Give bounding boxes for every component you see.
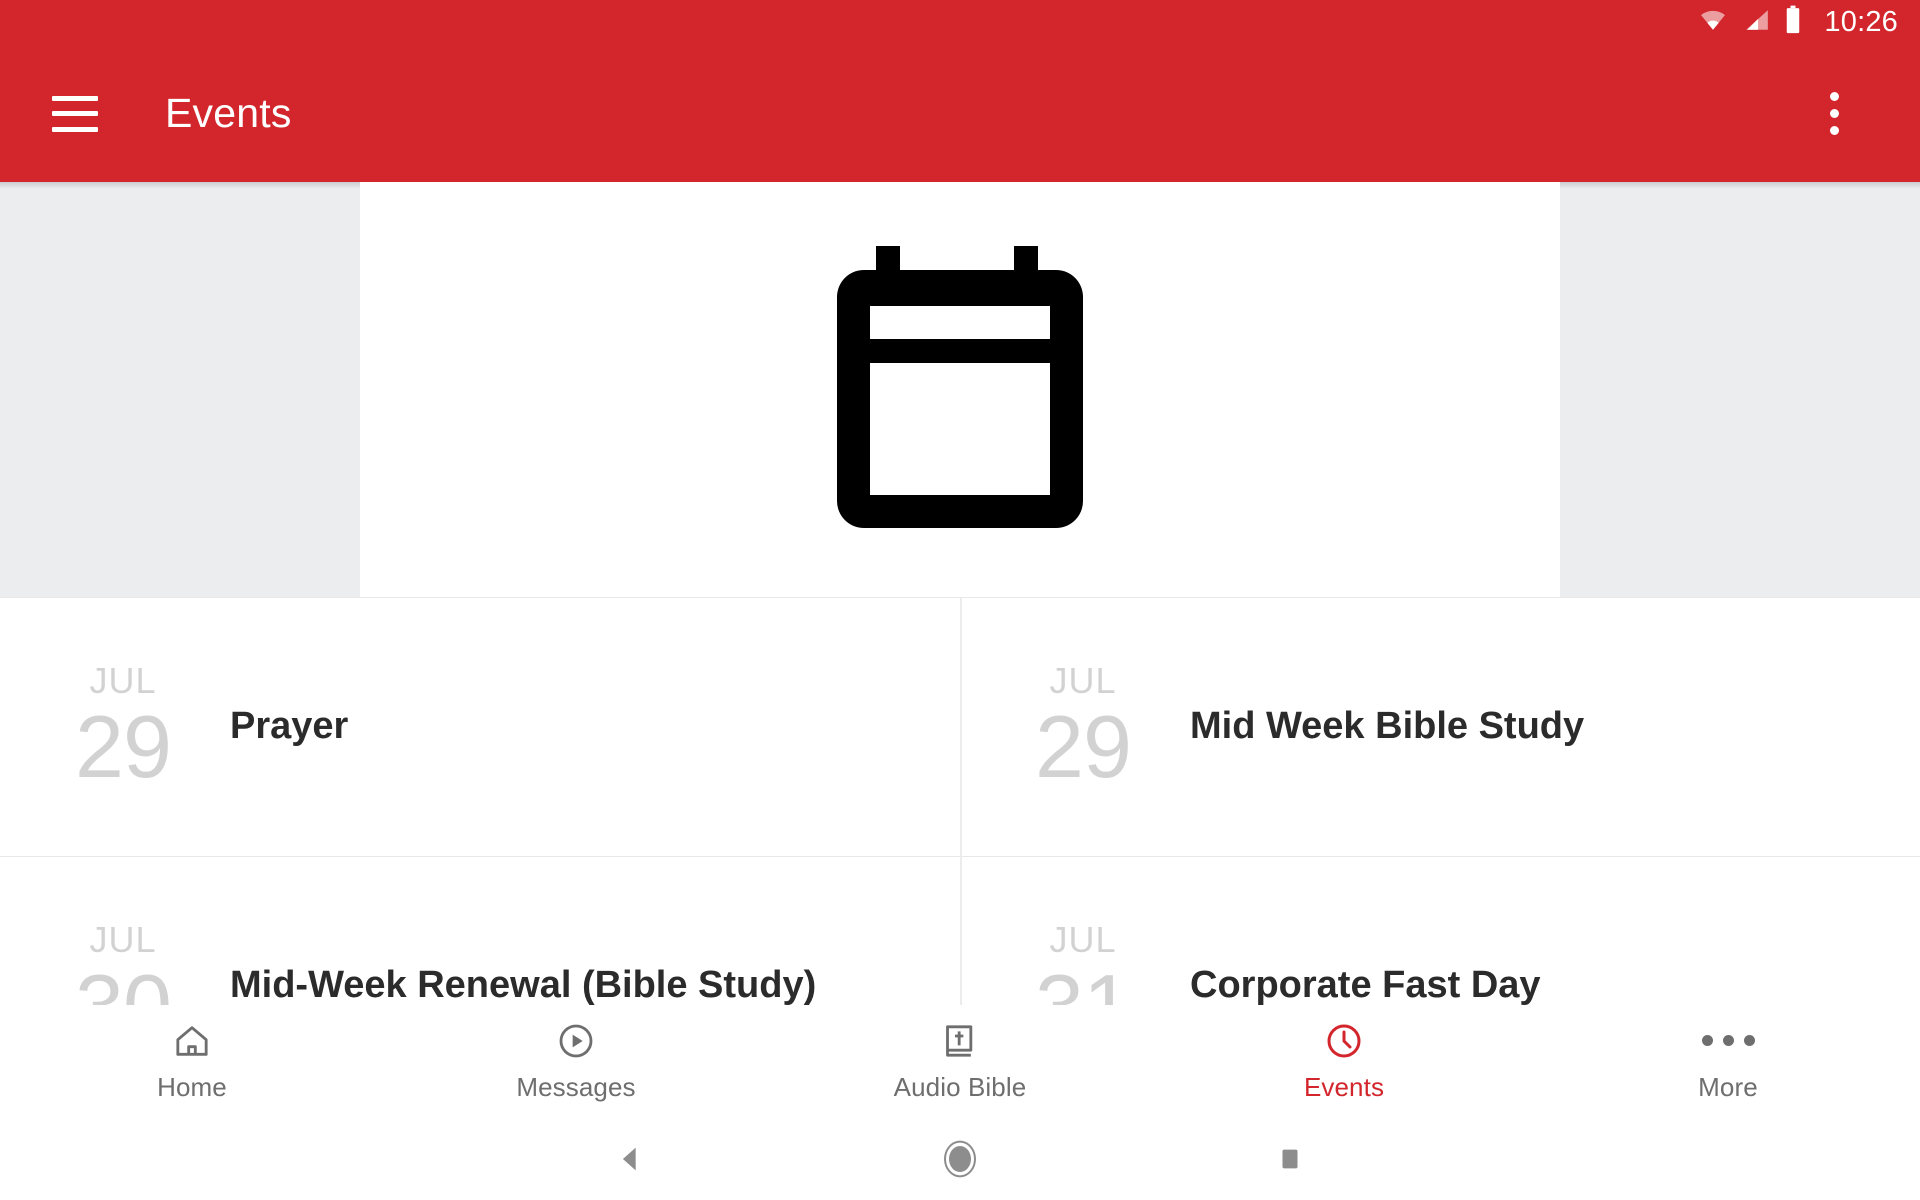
event-date: JUL 31	[1028, 918, 1138, 1005]
nav-label-messages: Messages	[516, 1071, 636, 1102]
event-title: Corporate Fast Day	[1190, 964, 1541, 1005]
back-triangle-icon[interactable]	[465, 1117, 795, 1200]
home-icon	[172, 1020, 212, 1062]
status-icon-group: 10:26	[1696, 5, 1898, 40]
event-title: Mid Week Bible Study	[1190, 705, 1585, 747]
hamburger-menu-icon[interactable]	[52, 95, 98, 132]
overflow-menu-icon[interactable]	[1804, 79, 1864, 149]
nav-label-events: Events	[1303, 1071, 1385, 1102]
nav-label-more: More	[1698, 1071, 1758, 1102]
events-list: JUL 29 Prayer JUL 29 Mid Week Bible Stud…	[0, 597, 1920, 1005]
event-title: Prayer	[230, 705, 349, 747]
nav-tab-home[interactable]: Home	[0, 1005, 384, 1117]
event-date: JUL 29	[68, 659, 178, 796]
bottom-navigation-bar: Home Messages Audio Bible Events More	[0, 1005, 1920, 1117]
event-day: 29	[1035, 696, 1132, 796]
app-bar: Events	[0, 45, 1920, 182]
table-row: JUL 29 Prayer JUL 29 Mid Week Bible Stud…	[0, 597, 1920, 856]
recents-square-icon[interactable]	[1125, 1117, 1455, 1200]
nav-tab-more[interactable]: More	[1536, 1005, 1920, 1117]
more-horizontal-icon	[1701, 1020, 1755, 1062]
event-day: 30	[75, 955, 172, 1005]
nav-label-audio-bible: Audio Bible	[893, 1071, 1027, 1102]
play-circle-icon	[556, 1020, 596, 1062]
app-screen: 10:26 Events JUL 29 Prayer JUL 29 Mid We…	[0, 0, 1920, 1200]
bible-book-icon	[940, 1020, 980, 1062]
status-time: 10:26	[1824, 6, 1898, 38]
page-title: Events	[165, 90, 292, 136]
hero-image-panel	[360, 182, 1560, 597]
event-date: JUL 30	[68, 918, 178, 1005]
nav-tab-events[interactable]: Events	[1152, 1005, 1536, 1117]
wifi-icon	[1696, 7, 1730, 38]
table-row: JUL 30 Mid-Week Renewal (Bible Study) JU…	[0, 856, 1920, 1005]
event-day: 29	[75, 696, 172, 796]
status-bar: 10:26	[0, 0, 1920, 45]
list-item[interactable]: JUL 30 Mid-Week Renewal (Bible Study)	[0, 856, 960, 1005]
android-system-navigation	[0, 1117, 1920, 1200]
event-title: Mid-Week Renewal (Bible Study)	[230, 964, 817, 1005]
list-item[interactable]: JUL 29 Prayer	[0, 597, 960, 856]
event-day: 31	[1035, 955, 1132, 1005]
event-month: JUL	[89, 918, 157, 960]
list-item[interactable]: JUL 29 Mid Week Bible Study	[960, 597, 1920, 856]
nav-tab-messages[interactable]: Messages	[384, 1005, 768, 1117]
event-month: JUL	[89, 659, 157, 701]
nav-label-home: Home	[157, 1071, 227, 1102]
battery-icon	[1784, 5, 1802, 40]
calendar-icon	[828, 237, 1092, 542]
hero-banner	[0, 182, 1920, 597]
event-date: JUL 29	[1028, 659, 1138, 796]
event-month: JUL	[1049, 918, 1117, 960]
clock-icon	[1324, 1020, 1364, 1062]
list-item[interactable]: JUL 31 Corporate Fast Day	[960, 856, 1920, 1005]
nav-tab-audio-bible[interactable]: Audio Bible	[768, 1005, 1152, 1117]
cellular-signal-icon	[1742, 7, 1772, 38]
home-circle-icon[interactable]	[795, 1117, 1125, 1200]
event-month: JUL	[1049, 659, 1117, 701]
